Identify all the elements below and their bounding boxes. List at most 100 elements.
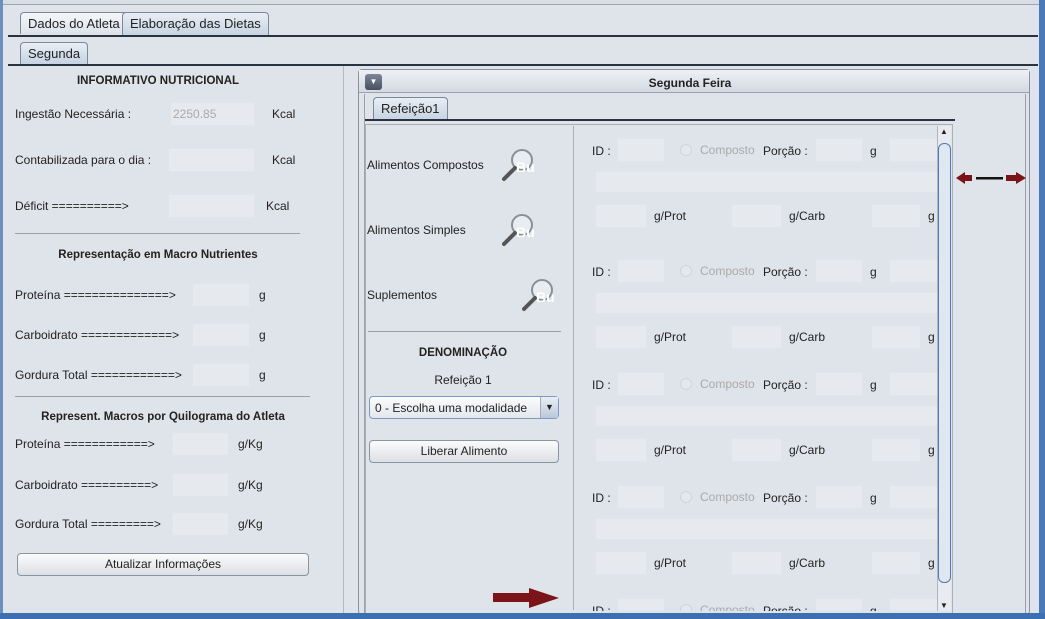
porcao-field[interactable] bbox=[815, 372, 863, 396]
column-divider bbox=[573, 126, 574, 610]
food-name-field[interactable] bbox=[595, 518, 937, 540]
divider bbox=[15, 233, 300, 234]
grams-field[interactable] bbox=[889, 138, 937, 162]
gordura-kg-field[interactable] bbox=[172, 512, 229, 536]
proteina-field[interactable] bbox=[192, 283, 250, 307]
gordura-field[interactable] bbox=[192, 363, 250, 387]
food-name-field[interactable] bbox=[595, 171, 937, 193]
divider bbox=[15, 396, 310, 397]
carb-label: g/Carb bbox=[789, 209, 826, 223]
porcao-field[interactable] bbox=[815, 485, 863, 509]
scrollbar-thumb[interactable] bbox=[938, 143, 951, 583]
food-name-field[interactable] bbox=[595, 292, 937, 314]
composto-radio[interactable] bbox=[680, 491, 692, 503]
grams-field[interactable] bbox=[889, 598, 937, 611]
porcao-label: Porção : bbox=[763, 604, 808, 611]
modalidade-select[interactable]: 0 - Escolha uma modalidade ▼ bbox=[369, 396, 559, 419]
fat-field[interactable] bbox=[871, 438, 921, 462]
collapse-toggle-icon[interactable]: ▼ bbox=[365, 74, 382, 90]
carboidrato-kg-unit: g/Kg bbox=[238, 478, 263, 492]
chevron-down-icon[interactable]: ▼ bbox=[540, 397, 558, 418]
grams-field[interactable] bbox=[889, 372, 937, 396]
composto-radio[interactable] bbox=[680, 144, 692, 156]
carb-field[interactable] bbox=[731, 438, 782, 462]
alimentos-compostos-label: Alimentos Compostos bbox=[367, 158, 484, 172]
grams-field[interactable] bbox=[889, 259, 937, 283]
window-frame-right bbox=[1039, 0, 1045, 619]
carb-field[interactable] bbox=[731, 551, 782, 575]
ingestao-field[interactable]: 2250.85 bbox=[170, 102, 255, 126]
fat-label: g bbox=[928, 443, 935, 457]
tab-segunda[interactable]: Segunda bbox=[20, 42, 89, 64]
fat-label: g bbox=[928, 330, 935, 344]
gordura-kg-label: Gordura Total =========> bbox=[15, 517, 161, 531]
carb-field[interactable] bbox=[731, 325, 782, 349]
pointer-arrow-icon bbox=[493, 588, 559, 608]
macro-title: Representação em Macro Nutrientes bbox=[58, 249, 258, 261]
porcao-unit: g bbox=[870, 378, 877, 392]
tab-elaboracao-das-dietas[interactable]: Elaboração das Dietas bbox=[122, 12, 269, 36]
carboidrato-field[interactable] bbox=[192, 323, 250, 347]
contabilizada-field[interactable] bbox=[168, 148, 255, 172]
carboidrato-kg-label: Carboidrato ==========> bbox=[15, 478, 159, 492]
composto-label: Composto bbox=[700, 264, 755, 278]
search-magnifier-icon[interactable]: Bu bbox=[520, 277, 558, 313]
meal-tab-separator bbox=[365, 119, 955, 121]
composto-label: Composto bbox=[700, 490, 755, 504]
divider bbox=[368, 331, 561, 332]
id-field[interactable] bbox=[617, 598, 665, 611]
prot-label: g/Prot bbox=[654, 209, 687, 223]
search-magnifier-icon[interactable]: Bu bbox=[500, 212, 538, 248]
porcao-unit: g bbox=[870, 491, 877, 505]
id-field[interactable] bbox=[617, 138, 665, 162]
fat-label: g bbox=[928, 209, 935, 223]
carb-label: g/Carb bbox=[789, 330, 826, 344]
id-label: ID : bbox=[592, 604, 611, 611]
prot-field[interactable] bbox=[595, 204, 647, 228]
proteina-kg-field[interactable] bbox=[172, 432, 229, 456]
composto-label: Composto bbox=[700, 603, 755, 611]
tab-dados-do-atleta[interactable]: Dados do Atleta bbox=[20, 12, 128, 34]
search-icon-text: Bu bbox=[516, 159, 535, 175]
prot-field[interactable] bbox=[595, 325, 647, 349]
composto-radio[interactable] bbox=[680, 265, 692, 277]
carb-field[interactable] bbox=[731, 204, 782, 228]
modalidade-value: 0 - Escolha uma modalidade bbox=[375, 401, 528, 415]
food-name-field[interactable] bbox=[595, 405, 937, 427]
vertical-scrollbar[interactable]: ▲ ▼ bbox=[937, 126, 951, 611]
id-label: ID : bbox=[592, 491, 611, 505]
id-label: ID : bbox=[592, 265, 611, 279]
prot-field[interactable] bbox=[595, 438, 647, 462]
porcao-unit: g bbox=[870, 265, 877, 279]
id-field[interactable] bbox=[617, 259, 665, 283]
kg-title: Represent. Macros por Quilograma do Atle… bbox=[41, 411, 285, 423]
tab-refeicao1[interactable]: Refeição1 bbox=[373, 97, 448, 120]
deficit-field[interactable] bbox=[168, 194, 255, 218]
search-icon-text: Bu bbox=[516, 224, 535, 240]
update-info-button[interactable]: Atualizar Informações bbox=[17, 553, 309, 576]
search-magnifier-icon[interactable]: Bu bbox=[500, 147, 538, 183]
grams-field[interactable] bbox=[889, 485, 937, 509]
porcao-label: Porção : bbox=[763, 144, 808, 158]
porcao-field[interactable] bbox=[815, 259, 863, 283]
suplementos-label: Suplementos bbox=[367, 288, 438, 302]
ingestao-unit: Kcal bbox=[272, 107, 296, 121]
composto-radio[interactable] bbox=[680, 604, 692, 611]
denominacao-title: DENOMINAÇÃO bbox=[418, 347, 508, 359]
prot-field[interactable] bbox=[595, 551, 647, 575]
fat-field[interactable] bbox=[871, 325, 921, 349]
composto-radio[interactable] bbox=[680, 378, 692, 390]
carb-label: g/Carb bbox=[789, 443, 826, 457]
fat-field[interactable] bbox=[871, 204, 921, 228]
porcao-field[interactable] bbox=[815, 598, 863, 611]
fat-field[interactable] bbox=[871, 551, 921, 575]
food-list: ID : Composto Porção : g g/Prot g/Carb g… bbox=[575, 126, 937, 611]
carboidrato-kg-field[interactable] bbox=[172, 473, 229, 497]
scroll-down-icon[interactable]: ▼ bbox=[940, 601, 948, 610]
liberar-alimento-button[interactable]: Liberar Alimento bbox=[369, 440, 559, 463]
porcao-field[interactable] bbox=[815, 138, 863, 162]
deficit-unit: Kcal bbox=[266, 199, 290, 213]
id-field[interactable] bbox=[617, 485, 665, 509]
id-field[interactable] bbox=[617, 372, 665, 396]
scroll-up-icon[interactable]: ▲ bbox=[940, 127, 948, 136]
